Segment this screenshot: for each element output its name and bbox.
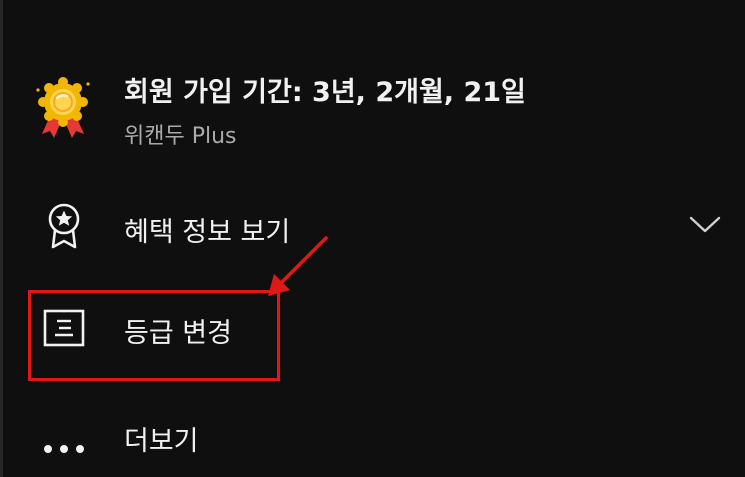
membership-info: 회원 가입 기간: 3년, 2개월, 21일 위캔두 Plus	[0, 60, 745, 160]
tier-list-icon	[43, 309, 85, 347]
membership-tier-name: 위캔두 Plus	[124, 124, 237, 149]
membership-duration: 회원 가입 기간: 3년, 2개월, 21일	[124, 77, 526, 108]
more-dots-icon	[44, 445, 84, 453]
menu-item-more[interactable]: 더보기	[0, 397, 745, 477]
menu-item-change-tier[interactable]: 등급 변경	[0, 289, 745, 369]
chevron-down-icon[interactable]	[688, 214, 722, 236]
award-ribbon-icon	[48, 203, 80, 249]
menu-item-label: 등급 변경	[124, 318, 232, 349]
menu-item-label: 혜택 정보 보기	[124, 217, 291, 248]
membership-badge-icon	[36, 77, 90, 138]
menu-item-label: 더보기	[124, 426, 199, 457]
menu-item-benefits[interactable]: 혜택 정보 보기	[0, 188, 745, 268]
